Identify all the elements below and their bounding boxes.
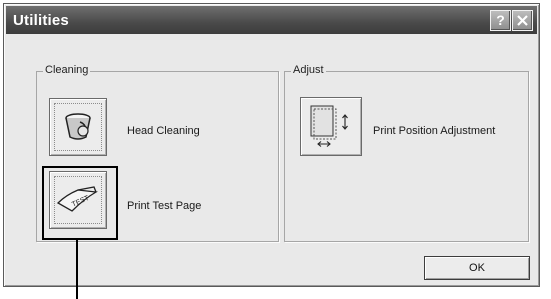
close-button[interactable] xyxy=(512,10,533,31)
highlight-box xyxy=(42,166,118,240)
print-position-icon xyxy=(310,105,348,147)
dialog-title: Utilities xyxy=(13,12,69,29)
print-position-adjustment-button[interactable] xyxy=(300,97,362,156)
head-cleaning-icon xyxy=(65,113,91,140)
help-icon: ? xyxy=(496,12,505,28)
title-bar[interactable]: Utilities ? xyxy=(6,6,537,34)
print-position-adjustment-label: Print Position Adjustment xyxy=(373,125,496,137)
adjust-group-legend: Adjust xyxy=(291,64,326,76)
ok-button[interactable]: OK xyxy=(424,256,530,280)
print-test-page-label: Print Test Page xyxy=(127,200,202,212)
head-cleaning-button[interactable] xyxy=(49,98,107,156)
close-icon xyxy=(517,15,528,26)
callout-line xyxy=(76,238,78,299)
help-button[interactable]: ? xyxy=(490,10,511,31)
head-cleaning-label: Head Cleaning xyxy=(127,125,200,137)
cleaning-group-legend: Cleaning xyxy=(43,64,91,76)
